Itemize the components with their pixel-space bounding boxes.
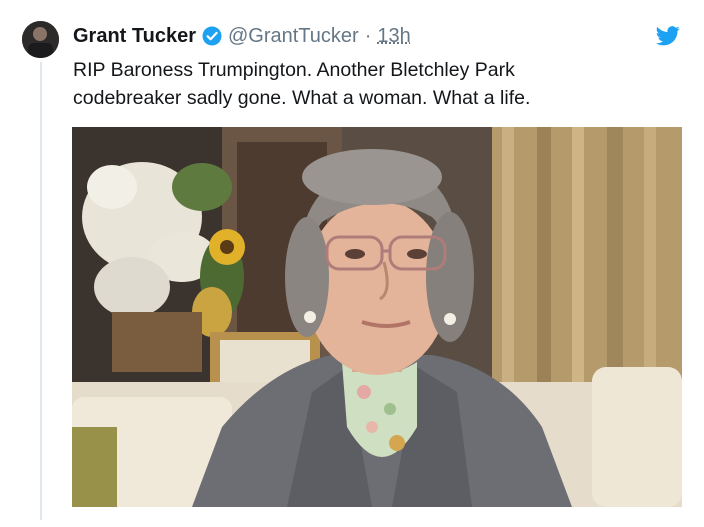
verified-badge-icon [202, 26, 222, 46]
tweet-text-line-2: codebreaker sadly gone. What a woman. Wh… [73, 87, 531, 109]
tweet-timestamp[interactable]: 13h [377, 25, 410, 48]
thread-line [40, 62, 42, 520]
separator-dot: · [364, 24, 372, 47]
avatar[interactable] [22, 21, 59, 58]
author-name[interactable]: Grant Tucker [73, 25, 196, 48]
author-handle[interactable]: @GrantTucker [228, 25, 359, 48]
tweet-text-line-1: RIP Baroness Trumpington. Another Bletch… [73, 59, 515, 81]
tweet-photo[interactable] [72, 127, 682, 507]
tweet-header: Grant Tucker @GrantTucker · 13h [73, 22, 411, 50]
tweet-text: RIP Baroness Trumpington. Another Bletch… [73, 56, 673, 112]
twitter-bird-icon[interactable] [656, 26, 680, 46]
